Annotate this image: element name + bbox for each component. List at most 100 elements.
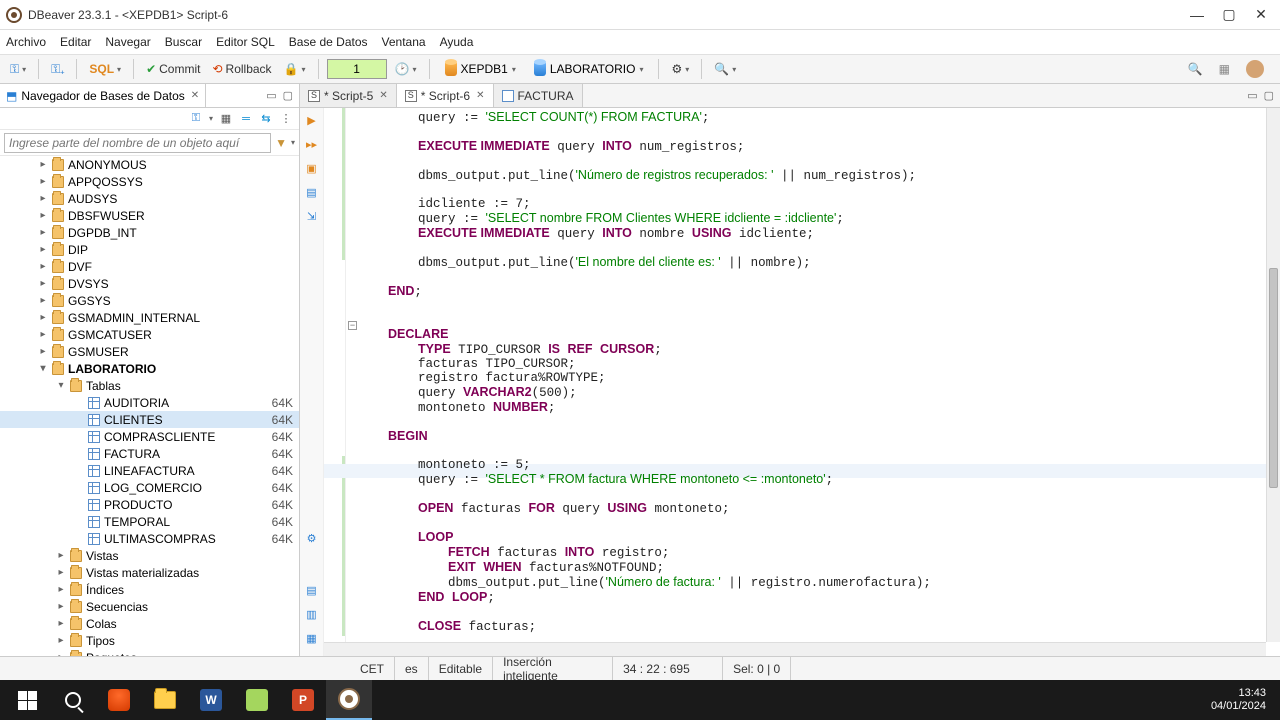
execute-selection-icon[interactable]: ▣: [304, 160, 320, 176]
minimize-panel-icon[interactable]: ▭: [266, 89, 276, 102]
table-ultimascompras[interactable]: ULTIMASCOMPRAS64K: [0, 530, 299, 547]
perspective-button[interactable]: ▦: [1215, 60, 1234, 78]
menu-archivo[interactable]: Archivo: [6, 35, 46, 49]
refresh-icon[interactable]: ▦: [219, 112, 233, 126]
table-comprascliente[interactable]: COMPRASCLIENTE64K: [0, 428, 299, 445]
folder-paquetes[interactable]: ▸Paquetes: [0, 649, 299, 656]
schema-anonymous[interactable]: ▸ANONYMOUS: [0, 156, 299, 173]
panel2-icon[interactable]: ▥: [304, 606, 320, 622]
menu-base-de-datos[interactable]: Base de Datos: [289, 35, 368, 49]
schema-dbsfwuser[interactable]: ▸DBSFWUSER: [0, 207, 299, 224]
notepadpp-taskbar-button[interactable]: [234, 680, 280, 720]
history-button[interactable]: 🕑▾: [391, 60, 421, 78]
db-selector[interactable]: XEPDB1▾: [438, 59, 523, 79]
close-icon[interactable]: ✕: [379, 90, 387, 101]
collapse-icon[interactable]: ═: [239, 112, 253, 126]
folder-vistas[interactable]: ▸Vistas: [0, 547, 299, 564]
panel3-icon[interactable]: ▦: [304, 630, 320, 646]
avatar-button[interactable]: [1242, 58, 1268, 80]
close-button[interactable]: ✕: [1254, 8, 1268, 22]
gear-icon[interactable]: ⚙: [304, 530, 320, 546]
minimize-button[interactable]: —: [1190, 8, 1204, 22]
schema-dvf[interactable]: ▸DVF: [0, 258, 299, 275]
menu-editar[interactable]: Editar: [60, 35, 91, 49]
minimize-editor-icon[interactable]: ▭: [1247, 89, 1257, 102]
table-temporal[interactable]: TEMPORAL64K: [0, 513, 299, 530]
menu-navegar[interactable]: Navegar: [105, 35, 150, 49]
panel1-icon[interactable]: ▤: [304, 582, 320, 598]
new-sql-button[interactable]: ⚿₊: [47, 60, 68, 79]
vertical-scrollbar[interactable]: [1266, 108, 1280, 642]
table-log_comercio[interactable]: LOG_COMERCIO64K: [0, 479, 299, 496]
explorer-taskbar-button[interactable]: [142, 680, 188, 720]
horizontal-scrollbar[interactable]: [324, 642, 1266, 656]
table-clientes[interactable]: CLIENTES64K: [0, 411, 299, 428]
menu-icon[interactable]: ⋮: [279, 112, 293, 126]
schema-laboratorio[interactable]: ▾LABORATORIO: [0, 360, 299, 377]
system-tray[interactable]: 13:43 04/01/2024: [1211, 687, 1276, 713]
explain-icon[interactable]: ▤: [304, 184, 320, 200]
search-taskbar-button[interactable]: [50, 680, 96, 720]
brave-taskbar-button[interactable]: [96, 680, 142, 720]
navigator-tree[interactable]: ▸ANONYMOUS▸APPQOSSYS▸AUDSYS▸DBSFWUSER▸DG…: [0, 156, 299, 656]
word-taskbar-button[interactable]: W: [188, 680, 234, 720]
filter-icon[interactable]: ▼: [275, 136, 287, 150]
schema-ggsys[interactable]: ▸GGSYS: [0, 292, 299, 309]
folder-colas[interactable]: ▸Colas: [0, 615, 299, 632]
maximize-editor-icon[interactable]: ▢: [1264, 89, 1274, 102]
table-auditoria[interactable]: AUDITORIA64K: [0, 394, 299, 411]
tab--xepdb1-script-6[interactable]: * Script-6✕: [397, 84, 494, 107]
fetch-size-input[interactable]: 1: [327, 59, 387, 79]
folder-vistas-materializadas[interactable]: ▸Vistas materializadas: [0, 564, 299, 581]
tab-factura[interactable]: FACTURA: [494, 84, 583, 107]
link-icon[interactable]: ⇆: [259, 112, 273, 126]
folder-tablas[interactable]: ▾Tablas: [0, 377, 299, 394]
dbeaver-taskbar-button[interactable]: [326, 680, 372, 720]
folder-secuencias[interactable]: ▸Secuencias: [0, 598, 299, 615]
schema-dip[interactable]: ▸DIP: [0, 241, 299, 258]
search-dropdown[interactable]: 🔍▾: [710, 60, 740, 78]
editor-panel: * Script-5✕* Script-6✕FACTURA ▭ ▢ ▶ ▸▸ ▣…: [300, 84, 1280, 656]
close-icon[interactable]: ✕: [191, 90, 199, 101]
menu-ayuda[interactable]: Ayuda: [440, 35, 474, 49]
maximize-panel-icon[interactable]: ▢: [283, 89, 293, 102]
table-factura[interactable]: FACTURA64K: [0, 445, 299, 462]
execute-script-icon[interactable]: ▸▸: [304, 136, 320, 152]
schema-selector[interactable]: LABORATORIO▾: [527, 59, 651, 79]
navigator-tab[interactable]: ⬒ Navegador de Bases de Datos ✕: [0, 84, 206, 107]
settings-button[interactable]: ⚙▾: [667, 60, 693, 78]
tab--xepdb1-script-5[interactable]: * Script-5✕: [300, 84, 397, 107]
maximize-button[interactable]: ▢: [1222, 8, 1236, 22]
schema-audsys[interactable]: ▸AUDSYS: [0, 190, 299, 207]
menu-editor-sql[interactable]: Editor SQL: [216, 35, 275, 49]
sql-editor-button[interactable]: SQL▾: [85, 60, 125, 78]
status-selection: Sel: 0 | 0: [723, 657, 791, 680]
schema-gsmcatuser[interactable]: ▸GSMCATUSER: [0, 326, 299, 343]
powerpoint-taskbar-button[interactable]: P: [280, 680, 326, 720]
table-producto[interactable]: PRODUCTO64K: [0, 496, 299, 513]
status-lang: es: [395, 657, 429, 680]
schema-gsmadmin_internal[interactable]: ▸GSMADMIN_INTERNAL: [0, 309, 299, 326]
start-button[interactable]: [4, 680, 50, 720]
folder-índices[interactable]: ▸Índices: [0, 581, 299, 598]
navigator-search-input[interactable]: [4, 133, 271, 153]
table-lineafactura[interactable]: LINEAFACTURA64K: [0, 462, 299, 479]
commit-button[interactable]: ✔Commit: [142, 60, 204, 78]
search-button[interactable]: 🔍: [1184, 60, 1207, 78]
menu-buscar[interactable]: Buscar: [165, 35, 202, 49]
rollback-button[interactable]: ⟲Rollback: [208, 60, 275, 78]
menu-ventana[interactable]: Ventana: [382, 35, 426, 49]
schema-dvsys[interactable]: ▸DVSYS: [0, 275, 299, 292]
editor-gutter: ▶ ▸▸ ▣ ▤ ⇲ ⚙ ▤ ▥ ▦: [300, 108, 324, 656]
schema-gsmuser[interactable]: ▸GSMUSER: [0, 343, 299, 360]
code-editor[interactable]: query := 'SELECT COUNT(*) FROM FACTURA';…: [324, 108, 1266, 642]
new-connection-button[interactable]: ⚿▾: [6, 60, 30, 79]
schema-appqossys[interactable]: ▸APPQOSSYS: [0, 173, 299, 190]
new-connection-icon[interactable]: ⚿: [189, 112, 203, 126]
export-icon[interactable]: ⇲: [304, 208, 320, 224]
execute-icon[interactable]: ▶: [304, 112, 320, 128]
schema-dgpdb_int[interactable]: ▸DGPDB_INT: [0, 224, 299, 241]
folder-tipos[interactable]: ▸Tipos: [0, 632, 299, 649]
lock-button[interactable]: 🔒▾: [280, 60, 310, 78]
close-icon[interactable]: ✕: [476, 90, 484, 101]
